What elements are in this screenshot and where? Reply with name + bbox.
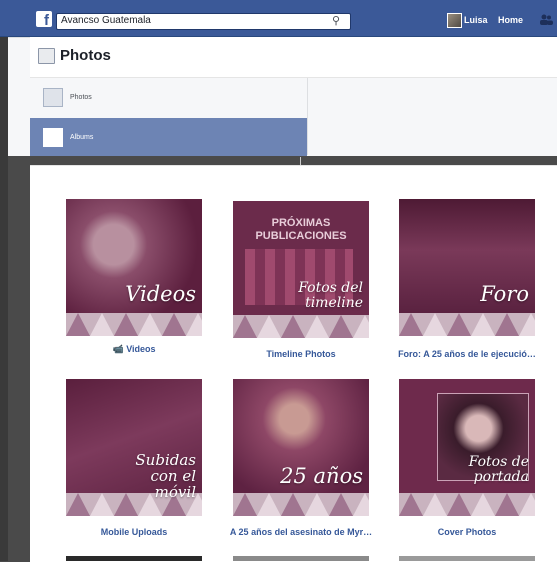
photos-title-row: Photos [30,37,557,78]
facebook-logo-icon[interactable]: f [36,11,52,27]
window-edge [0,37,8,561]
page-title: Photos [60,47,111,64]
menu-item-label: Albums [70,134,94,141]
menu-item-label: Photos [70,94,92,101]
album-thumbnail[interactable]: Fotos de portada [399,379,535,516]
triangle-pattern [399,313,535,336]
triangle-pattern [66,313,202,336]
album-thumbnail-partial[interactable] [66,556,202,561]
album-title[interactable]: Mobile Uploads [46,527,222,537]
album-thumbnail[interactable]: Videos [66,199,202,336]
album-overlay-text: Foro [480,282,529,306]
album-title[interactable]: Foro: A 25 años de le ejecució… [379,349,555,359]
album-thumbnail-partial[interactable] [399,556,535,561]
friend-requests-icon[interactable] [539,14,553,25]
triangle-pattern [233,315,369,338]
album-title[interactable]: Timeline Photos [213,349,389,359]
album-title[interactable]: Cover Photos [379,527,555,537]
photos-icon [38,48,55,64]
search-input-value: Avancso Guatemala [61,15,151,26]
album-icon [43,128,63,147]
menu-item-photos[interactable]: Photos [30,78,307,116]
photos-menu: Photos Albums [30,78,308,156]
album-overlay-text: Fotos de portada [468,454,529,485]
top-navigation-bar: f Avancso Guatemala ⚲ Luisa Home [0,0,557,37]
album-thumbnail-partial[interactable] [233,556,369,561]
video-camera-icon: 📹 [112,344,124,354]
album-overlay-text: Subidas con el móvil [135,451,196,501]
album-thumbnail[interactable]: 25 años [233,379,369,516]
album-thumbnail[interactable]: Subidas con el móvil [66,379,202,516]
album-title[interactable]: A 25 años del asesinato de Myr… [213,527,389,537]
menu-item-albums[interactable]: Albums [30,118,307,156]
profile-link[interactable]: Luisa [464,15,488,25]
avatar[interactable] [447,13,462,28]
divider [300,157,301,165]
triangle-pattern [399,493,535,516]
album-thumbnail[interactable]: PRÓXIMAS PUBLICACIONES Fotos del timelin… [233,201,369,338]
album-overlay-text: 25 años [280,464,363,488]
album-overlay-text: Fotos del timeline [298,280,363,311]
photos-icon [43,88,63,107]
album-thumbnail[interactable]: Foro [399,199,535,336]
search-icon[interactable]: ⚲ [332,14,340,27]
album-overlay-heading: PRÓXIMAS PUBLICACIONES [255,217,347,242]
album-title[interactable]: 📹 Videos [46,344,222,355]
album-overlay-text: Videos [125,282,196,306]
search-input[interactable]: Avancso Guatemala ⚲ [56,13,351,30]
home-link[interactable]: Home [498,15,523,25]
triangle-pattern [233,493,369,516]
